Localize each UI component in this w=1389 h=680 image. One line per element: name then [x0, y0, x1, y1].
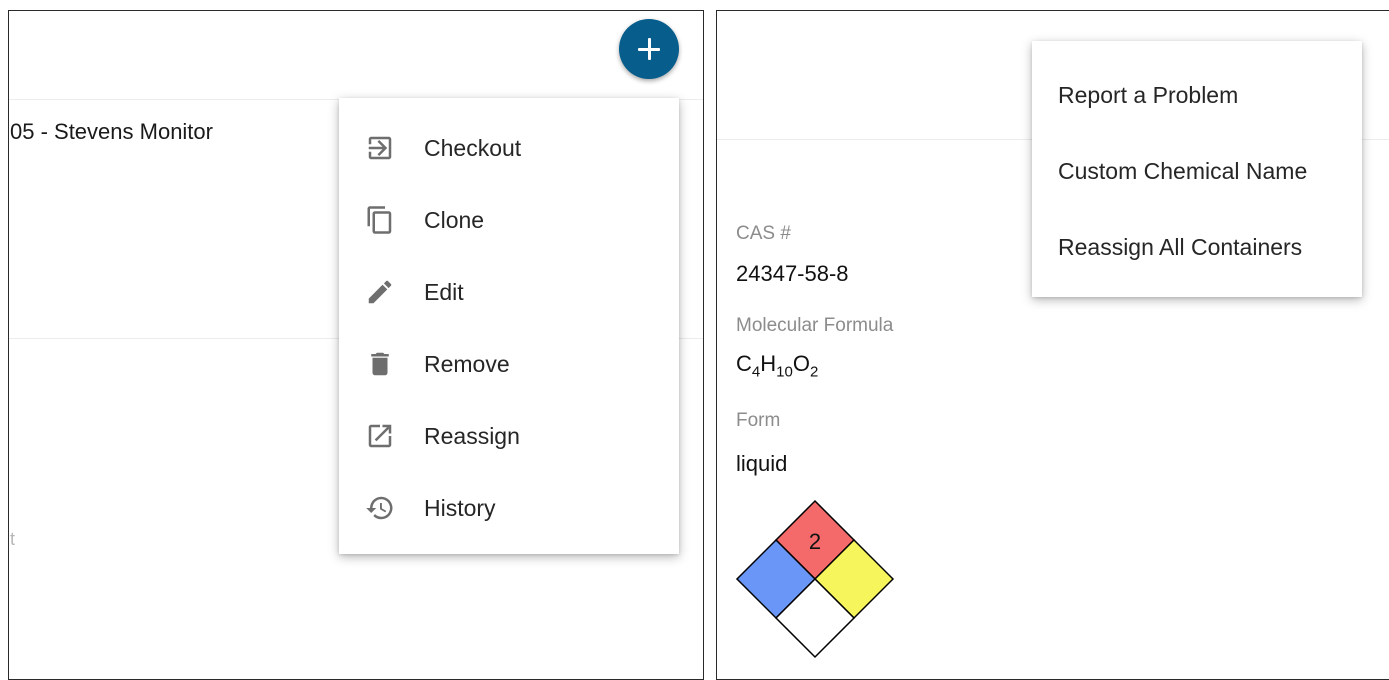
- form-label: Form: [736, 410, 781, 431]
- menu-item-remove[interactable]: Remove: [339, 328, 679, 400]
- pencil-icon: [363, 275, 397, 309]
- menu-item-checkout[interactable]: Checkout: [339, 112, 679, 184]
- molecular-formula-label: Molecular Formula: [736, 315, 894, 336]
- menu-item-history[interactable]: History: [339, 472, 679, 544]
- history-icon: [363, 491, 397, 525]
- truncated-label: t: [10, 529, 16, 549]
- menu-item-label: Reassign All Containers: [1058, 233, 1303, 260]
- row-title: 05 - Stevens Monitor: [10, 119, 213, 144]
- nfpa-flammability-value: 2: [809, 529, 821, 554]
- menu-item-label: Checkout: [424, 134, 522, 161]
- menu-item-label: Report a Problem: [1058, 81, 1239, 108]
- login-arrow-icon: [363, 131, 397, 165]
- nfpa-diamond: 2: [735, 499, 895, 659]
- menu-item-label: History: [424, 494, 496, 521]
- cas-value: 24347-58-8: [736, 261, 849, 286]
- menu-item-label: Custom Chemical Name: [1058, 157, 1308, 184]
- cas-label: CAS #: [736, 223, 791, 244]
- plus-icon: [638, 38, 660, 60]
- menu-item-custom-chemical-name[interactable]: Custom Chemical Name: [1032, 133, 1362, 209]
- menu-item-clone[interactable]: Clone: [339, 184, 679, 256]
- open-external-icon: [363, 419, 397, 453]
- menu-item-report-problem[interactable]: Report a Problem: [1032, 57, 1362, 133]
- molecular-formula-value: C4H10O2: [736, 351, 819, 381]
- menu-item-label: Clone: [424, 206, 485, 233]
- action-menu: Checkout Clone Edit Remove Reassign Hist…: [339, 98, 679, 554]
- menu-item-label: Remove: [424, 350, 510, 377]
- add-button[interactable]: [619, 19, 679, 79]
- left-panel: 05 - Stevens Monitor t Checkout Clone Ed…: [8, 10, 704, 680]
- menu-item-edit[interactable]: Edit: [339, 256, 679, 328]
- menu-item-reassign-all-containers[interactable]: Reassign All Containers: [1032, 209, 1362, 285]
- form-value: liquid: [736, 451, 788, 476]
- menu-item-label: Edit: [424, 278, 464, 305]
- menu-item-reassign[interactable]: Reassign: [339, 400, 679, 472]
- copy-icon: [363, 203, 397, 237]
- right-panel: CAS # 24347-58-8 Molecular Formula C4H10…: [716, 10, 1389, 680]
- menu-item-label: Reassign: [424, 422, 520, 449]
- trash-icon: [363, 347, 397, 381]
- overflow-menu: Report a Problem Custom Chemical Name Re…: [1032, 41, 1362, 297]
